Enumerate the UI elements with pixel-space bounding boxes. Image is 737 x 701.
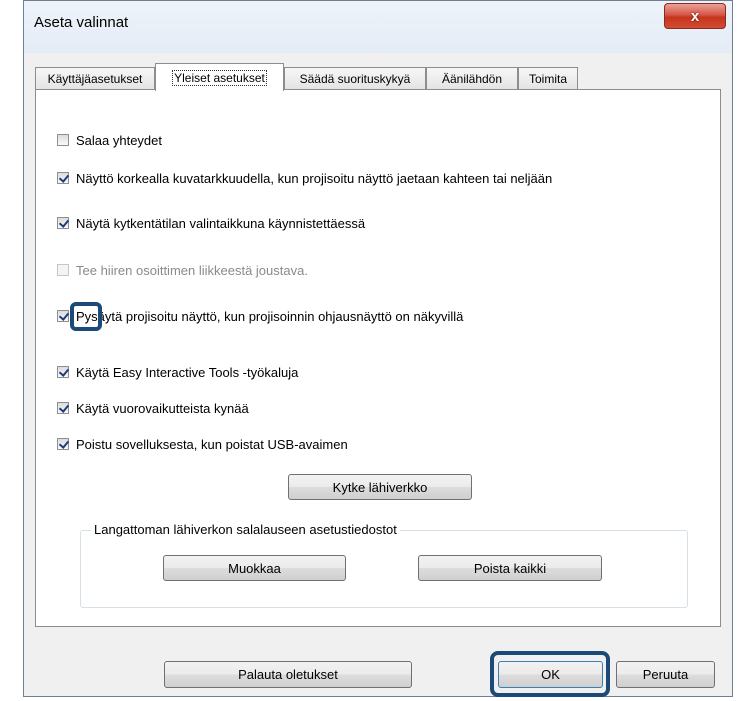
group-legend: Langattoman lähiverkon salalauseen asetu… [91,522,400,537]
ok-button[interactable]: OK [498,661,603,688]
delete-all-button[interactable]: Poista kaikki [418,555,602,581]
option-high-resolution-split[interactable]: Näyttö korkealla kuvatarkkuudella, kun p… [57,169,552,187]
checkbox[interactable] [57,172,69,184]
cancel-button[interactable]: Peruuta [616,661,715,688]
title-bar: Aseta valinnat x [24,1,732,53]
option-interactive-pen[interactable]: Käytä vuorovaikutteista kynää [57,399,249,417]
option-show-connection-mode-dialog[interactable]: Näytä kytkentätilan valintaikkuna käynni… [57,214,365,232]
tab-deliver[interactable]: Toimita [518,67,578,90]
checkbox[interactable] [57,217,69,229]
close-button[interactable]: x [664,3,726,29]
tab-user-settings[interactable]: Käyttäjäasetukset [35,67,155,90]
edit-button[interactable]: Muokkaa [163,555,346,581]
tab-general-settings[interactable]: Yleiset asetukset [155,63,284,91]
checkbox[interactable] [57,402,69,414]
close-icon: x [690,7,700,25]
checkbox[interactable] [57,134,69,146]
window-title: Aseta valinnat [34,14,129,31]
option-easy-interactive-tools[interactable]: Käytä Easy Interactive Tools -työkaluja [57,363,298,381]
checkbox[interactable] [57,310,69,322]
connect-lan-button[interactable]: Kytke lähiverkko [288,474,472,500]
checkbox [57,264,69,276]
tab-performance[interactable]: Säädä suorituskykyä [284,67,426,90]
option-encrypt-connection[interactable]: Salaa yhteydet [57,131,162,149]
tab-audio-output[interactable]: Äänilähdön [426,67,518,90]
option-smooth-mouse-pointer: Tee hiiren osoittimen liikkeestä joustav… [57,261,308,279]
option-pause-projected-screen[interactable]: Pysäytä projisoitu näyttö, kun projisoin… [57,307,463,325]
checkbox[interactable] [57,366,69,378]
option-exit-on-usb-removal[interactable]: Poistu sovelluksesta, kun poistat USB-av… [57,435,348,453]
checkbox[interactable] [57,438,69,450]
restore-defaults-button[interactable]: Palauta oletukset [164,661,412,688]
